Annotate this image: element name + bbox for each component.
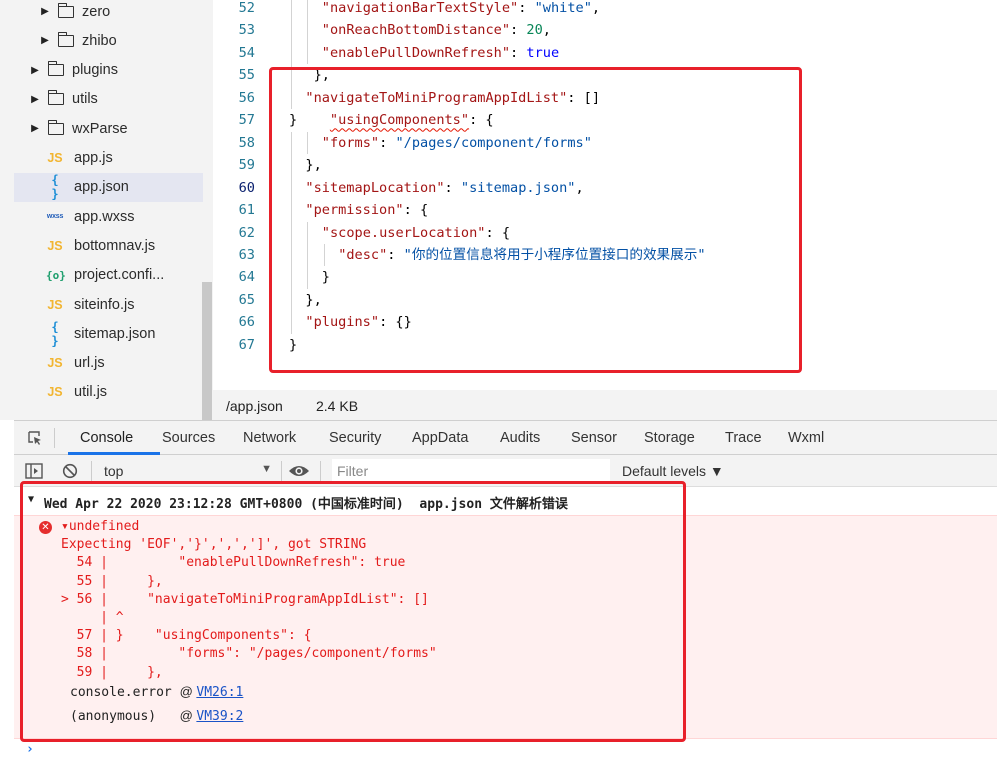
tree-item-project-confi-[interactable]: {o} project.confi... bbox=[14, 261, 203, 290]
js-file-icon: JS bbox=[47, 356, 63, 371]
tree-item-label: project.confi... bbox=[74, 267, 165, 284]
code-line[interactable]: 53 "onReachBottomDistance": 20, bbox=[213, 19, 997, 42]
line-number: 58 bbox=[238, 134, 255, 151]
chevron-right-icon[interactable]: ▶ bbox=[30, 123, 40, 134]
eye-icon[interactable] bbox=[288, 463, 310, 479]
log-levels-dropdown[interactable]: Default levels ▼ bbox=[622, 463, 724, 479]
tree-item-label: app.js bbox=[74, 150, 113, 166]
folder-icon bbox=[57, 2, 74, 18]
tree-item-label: bottomnav.js bbox=[74, 237, 156, 254]
tab-trace[interactable]: Trace bbox=[725, 430, 762, 446]
line-number: 53 bbox=[238, 22, 255, 39]
wxss-file-icon: wxss bbox=[46, 213, 64, 221]
tree-item-app-wxss[interactable]: wxss app.wxss bbox=[14, 202, 203, 231]
js-file-icon: JS bbox=[47, 151, 63, 165]
file-size-label: 2.4 KB bbox=[316, 398, 359, 414]
tree-item-utils[interactable]: ▶ utils bbox=[14, 85, 203, 114]
tree-item-app-js[interactable]: JS app.js bbox=[14, 144, 203, 173]
tree-scrollbar[interactable] bbox=[202, 282, 212, 420]
console-prompt[interactable]: › bbox=[26, 742, 34, 757]
folder-icon bbox=[57, 31, 74, 47]
tree-item-label: app.wxss bbox=[74, 208, 135, 225]
tree-item-label: app.json bbox=[74, 179, 129, 196]
tab-appdata[interactable]: AppData bbox=[412, 430, 468, 446]
js-file-icon: JS bbox=[47, 238, 63, 253]
chevron-right-icon[interactable]: ▶ bbox=[30, 65, 40, 76]
tree-item-label: url.js bbox=[74, 355, 105, 372]
tab-wxml[interactable]: Wxml bbox=[788, 430, 824, 446]
line-number: 60 bbox=[238, 179, 255, 196]
tree-item-label: zero bbox=[82, 3, 111, 20]
json-file-icon: { } bbox=[51, 319, 59, 348]
tab-network[interactable]: Network bbox=[243, 430, 296, 446]
line-number: 59 bbox=[238, 157, 255, 174]
context-selector[interactable]: top ▼ bbox=[100, 459, 274, 483]
tree-item-siteinfo-js[interactable]: JS siteinfo.js bbox=[14, 290, 203, 319]
clear-console-icon[interactable] bbox=[62, 463, 78, 479]
context-value: top bbox=[104, 463, 124, 479]
chevron-right-icon[interactable]: ▶ bbox=[40, 35, 50, 46]
sidebar-toggle-icon[interactable] bbox=[25, 463, 43, 479]
tree-item-label: sitemap.json bbox=[74, 325, 156, 342]
tree-item-url-js[interactable]: JS url.js bbox=[14, 349, 203, 378]
code-text: "navigationBarTextStyle": "white", bbox=[321, 0, 601, 16]
file-path-label: /app.json bbox=[226, 398, 283, 414]
folder-icon bbox=[47, 90, 64, 106]
tree-item-zhibo[interactable]: ▶ zhibo bbox=[14, 26, 203, 55]
line-number: 64 bbox=[238, 269, 255, 286]
tree-item-sitemap-json[interactable]: { } sitemap.json bbox=[14, 319, 203, 348]
folder-icon bbox=[47, 61, 64, 77]
folder-icon bbox=[47, 119, 64, 135]
line-number: 66 bbox=[238, 314, 255, 331]
line-number: 55 bbox=[238, 67, 255, 84]
tree-item-label: utils bbox=[72, 91, 98, 108]
tab-sensor[interactable]: Sensor bbox=[571, 430, 617, 446]
tree-item-wxparse[interactable]: ▶ wxParse bbox=[14, 114, 203, 143]
line-number: 61 bbox=[238, 202, 255, 219]
filter-input[interactable] bbox=[332, 459, 610, 483]
tree-item-plugins[interactable]: ▶ plugins bbox=[14, 56, 203, 85]
code-text: "onReachBottomDistance": 20, bbox=[321, 22, 551, 39]
tab-security[interactable]: Security bbox=[329, 430, 381, 446]
tab-sources[interactable]: Sources bbox=[162, 430, 215, 446]
inspect-element-icon[interactable] bbox=[28, 431, 42, 445]
code-line[interactable]: 52 "navigationBarTextStyle": "white", bbox=[213, 0, 997, 20]
line-number: 56 bbox=[238, 89, 255, 106]
json-file-icon: { } bbox=[51, 173, 59, 202]
tree-item-label: wxParse bbox=[72, 120, 128, 137]
js-file-icon: JS bbox=[47, 385, 63, 400]
tab-console[interactable]: Console bbox=[80, 430, 133, 446]
code-line[interactable]: 54 "enablePullDownRefresh": true bbox=[213, 41, 997, 65]
tree-item-util-js[interactable]: JS util.js bbox=[14, 378, 203, 407]
editor-status-bar: /app.json 2.4 KB bbox=[213, 390, 997, 420]
file-explorer: ▶ zero ▶ zhibo ▶ plugins ▶ utils ▶ wxParse JS app.j… bbox=[0, 0, 213, 420]
tree-item-bottomnav-js[interactable]: JS bottomnav.js bbox=[14, 231, 203, 260]
js-file-icon: JS bbox=[47, 297, 63, 312]
code-highlight-box bbox=[269, 67, 802, 373]
devtools-tab-bar: Console Sources Network Security AppData Audi… bbox=[14, 420, 997, 455]
line-number: 57 bbox=[238, 112, 255, 129]
tree-item-label: util.js bbox=[74, 384, 108, 401]
error-highlight-box bbox=[20, 481, 686, 742]
chevron-down-icon: ▼ bbox=[261, 463, 272, 475]
tree-item-label: plugins bbox=[72, 62, 118, 79]
chevron-right-icon[interactable]: ▶ bbox=[30, 94, 40, 105]
line-number: 62 bbox=[238, 224, 255, 241]
line-number: 63 bbox=[238, 246, 255, 263]
tree-item-app-json[interactable]: { } app.json bbox=[14, 172, 203, 202]
code-text: "enablePullDownRefresh": true bbox=[321, 44, 560, 61]
config-file-icon: {o} bbox=[46, 268, 66, 282]
tab-audits[interactable]: Audits bbox=[500, 430, 540, 446]
tab-storage[interactable]: Storage bbox=[644, 430, 695, 446]
line-number: 67 bbox=[238, 336, 255, 353]
chevron-right-icon[interactable]: ▶ bbox=[40, 6, 50, 17]
line-number: 54 bbox=[238, 44, 255, 61]
line-number: 65 bbox=[238, 291, 255, 308]
tree-item-label: siteinfo.js bbox=[74, 296, 135, 313]
tree-item-label: zhibo bbox=[82, 32, 117, 49]
line-number: 52 bbox=[238, 0, 255, 16]
tree-item-zero[interactable]: ▶ zero bbox=[14, 0, 203, 26]
